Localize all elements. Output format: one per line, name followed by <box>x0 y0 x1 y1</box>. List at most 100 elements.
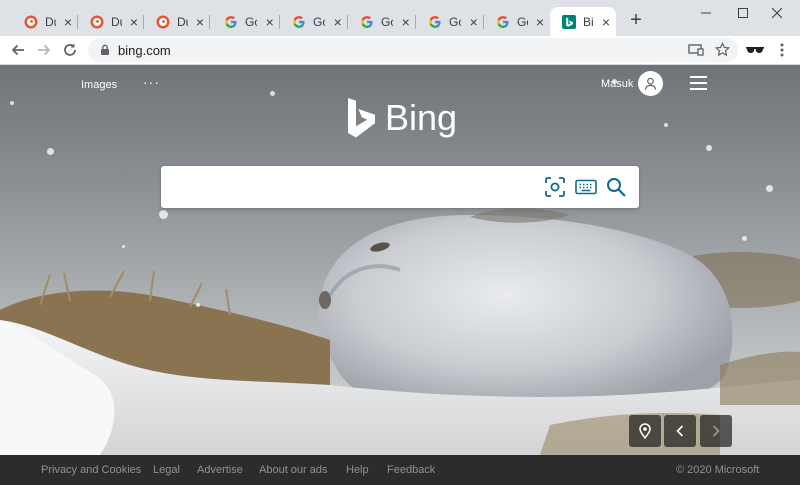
page-footer: Privacy and Cookies Legal Advertise Abou… <box>0 455 800 485</box>
close-tab-icon[interactable]: × <box>130 15 138 29</box>
cast-icon[interactable] <box>688 43 704 57</box>
visual-search-button[interactable] <box>544 176 566 198</box>
reload-icon <box>64 43 76 56</box>
footer-link-about-ads[interactable]: About our ads <box>259 464 328 476</box>
snowflake <box>196 303 200 307</box>
tab-duckduckgo-1[interactable]: Duc × <box>12 7 78 36</box>
address-bar[interactable]: bing.com <box>88 38 738 62</box>
tab-title: Bin <box>583 14 594 29</box>
hamburger-menu-button[interactable] <box>690 76 707 90</box>
footer-link-privacy[interactable]: Privacy and Cookies <box>41 464 141 476</box>
lock-icon[interactable] <box>98 43 112 57</box>
user-name[interactable]: Masuk <box>601 78 633 90</box>
tab-title: Goc <box>245 14 257 29</box>
keyboard-button[interactable] <box>575 176 597 198</box>
google-icon <box>292 15 306 29</box>
snowflake <box>766 185 773 192</box>
url-text[interactable]: bing.com <box>118 43 171 58</box>
duckduckgo-icon <box>90 15 104 29</box>
duckduckgo-icon <box>156 15 170 29</box>
keyboard-icon <box>575 179 597 195</box>
close-tab-icon[interactable]: × <box>333 15 342 29</box>
previous-image-button[interactable] <box>664 415 696 447</box>
tab-duckduckgo-2[interactable]: Duc × <box>78 7 144 36</box>
close-icon <box>772 8 782 18</box>
search-button[interactable] <box>605 176 627 198</box>
footer-link-feedback[interactable]: Feedback <box>387 464 435 476</box>
snowflake <box>47 148 54 155</box>
star-icon[interactable] <box>715 42 730 57</box>
close-tab-icon[interactable]: × <box>196 15 204 29</box>
search-box <box>161 166 639 208</box>
tab-strip: Duc × Duc × Duc × Goc × Goc × <box>0 0 800 36</box>
tab-google-3[interactable]: Goc × <box>348 7 416 36</box>
tab-separator <box>209 15 210 29</box>
bing-logo: Bing <box>346 97 457 139</box>
google-icon <box>496 15 510 29</box>
maximize-icon <box>738 8 748 18</box>
tab-title: Goc <box>449 14 461 29</box>
tab-google-1[interactable]: Goc × <box>212 7 280 36</box>
footer-link-help[interactable]: Help <box>346 464 369 476</box>
duckduckgo-icon <box>24 15 38 29</box>
snowflake <box>270 91 275 96</box>
tab-google-4[interactable]: Goc × <box>416 7 484 36</box>
close-tab-icon[interactable]: × <box>469 15 478 29</box>
chevron-left-icon <box>676 425 684 437</box>
google-icon <box>428 15 442 29</box>
footer-link-legal[interactable]: Legal <box>153 464 180 476</box>
tab-duckduckgo-3[interactable]: Duc × <box>144 7 210 36</box>
arrow-left-icon <box>11 44 24 56</box>
new-tab-button[interactable]: + <box>626 10 646 31</box>
reload-button[interactable] <box>59 39 81 61</box>
close-tab-icon[interactable]: × <box>401 15 410 29</box>
bing-homepage: Images ··· Masuk Bing <box>0 65 800 455</box>
tab-title: Duc <box>177 14 188 29</box>
snowflake <box>742 236 747 241</box>
nav-more-button[interactable]: ··· <box>143 74 160 90</box>
close-window-button[interactable] <box>754 0 800 26</box>
snowflake <box>122 245 125 248</box>
extension-button[interactable] <box>744 39 766 61</box>
tab-title: Duc <box>45 14 56 29</box>
minimize-icon <box>701 12 711 14</box>
bing-icon <box>562 14 576 29</box>
close-tab-icon[interactable]: × <box>265 15 274 29</box>
user-icon <box>644 77 657 90</box>
tab-google-2[interactable]: Goc × <box>280 7 348 36</box>
snowflake <box>664 123 668 127</box>
close-tab-icon[interactable]: × <box>602 15 610 29</box>
snowflake <box>159 210 168 219</box>
back-button[interactable] <box>7 39 29 61</box>
forward-button[interactable] <box>33 39 55 61</box>
chevron-right-icon <box>712 425 720 437</box>
footer-link-advertise[interactable]: Advertise <box>197 464 243 476</box>
browser-toolbar: bing.com <box>0 36 800 65</box>
nav-images-link[interactable]: Images <box>81 79 117 91</box>
tab-title: Duc <box>111 14 122 29</box>
browser-menu-button[interactable] <box>771 39 793 61</box>
google-icon <box>224 15 238 29</box>
tab-title: Goc <box>313 14 325 29</box>
sunglasses-icon <box>746 47 764 53</box>
image-location-button[interactable] <box>629 415 661 447</box>
menu-line <box>690 88 707 90</box>
avatar[interactable] <box>638 71 663 96</box>
search-icon <box>607 178 626 197</box>
google-icon <box>360 15 374 29</box>
copyright-text: © 2020 Microsoft <box>676 464 760 476</box>
next-image-button[interactable] <box>700 415 732 447</box>
close-tab-icon[interactable]: × <box>536 15 544 29</box>
snowflake <box>706 145 712 151</box>
close-tab-icon[interactable]: × <box>64 15 72 29</box>
bing-logo-text: Bing <box>385 97 458 138</box>
snowflake <box>10 101 14 105</box>
location-pin-icon <box>639 423 651 439</box>
tab-bing-active[interactable]: Bin × <box>550 7 616 36</box>
tab-title: Goc <box>517 14 528 29</box>
menu-line <box>690 76 707 78</box>
visual-search-icon <box>545 177 565 197</box>
menu-line <box>690 82 707 84</box>
tab-google-5[interactable]: Goc × <box>484 7 550 36</box>
search-input[interactable] <box>175 174 535 200</box>
